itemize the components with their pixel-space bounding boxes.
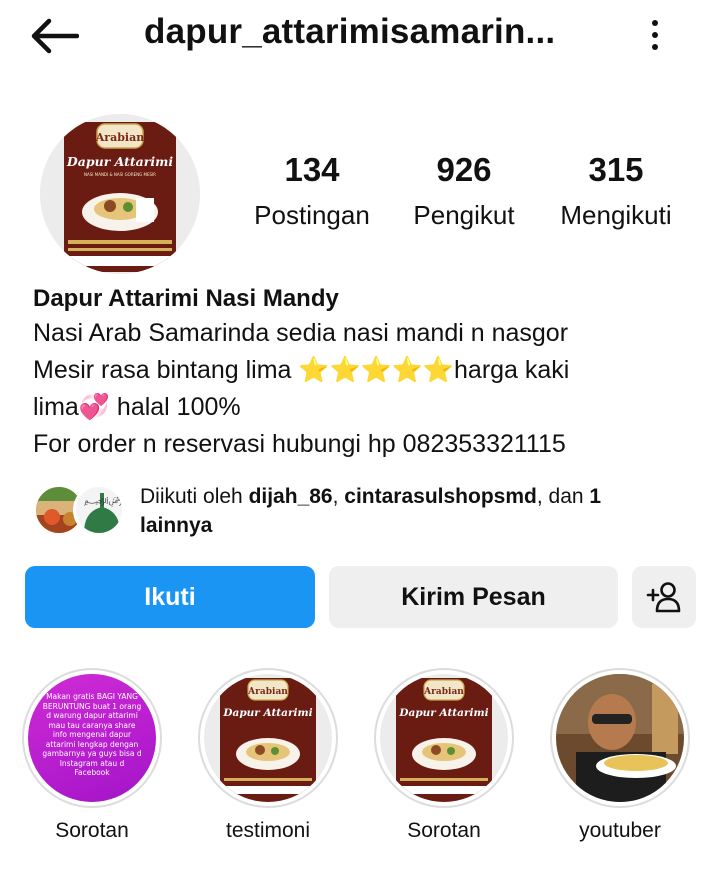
profile-avatar[interactable]: Arabian Dapur Attarimi NASI MANDI & NASI… [40,114,200,274]
highlight-cover [556,674,684,802]
highlight-ring: Arabian Dapur Attarimi [198,668,338,808]
mutual-prefix: Diikuti oleh [140,485,249,508]
bio-line: lima💞 halal 100% [33,393,241,421]
dot-icon [652,20,658,26]
highlight-cover: Makan gratis BAGI YANG BERUNTUNG buat 1 … [28,674,156,802]
mutual-separator: , [332,485,345,508]
highlight-label: Sorotan [407,819,481,842]
arrow-left-icon [31,18,79,54]
top-bar: dapur_attarimisamarin... [0,0,720,70]
more-options-button[interactable] [640,12,670,58]
stat-posts[interactable]: 134 Postingan [248,150,376,231]
logo-badge-text: Arabian [247,687,288,697]
profile-display-name: Dapur Attarimi Nasi Mandy [33,285,339,312]
stat-following[interactable]: 315 Mengikuti [554,150,678,231]
mutual-followers[interactable]: ﷽ Diikuti oleh dijah_86, cintarasulshops… [33,482,703,538]
logo-title-text: Dapur Attarimi [398,707,488,719]
logo-image: Arabian Dapur Attarimi NASI MANDI & NASI… [40,114,200,274]
stat-label: Mengikuti [560,200,672,230]
profile-screen: dapur_attarimisamarin... Arabian Dapur A… [0,0,720,876]
bio-line[interactable]: For order n reservasi hubungi hp 0823533… [33,426,693,463]
highlight-item[interactable]: Arabian Dapur Attarimi Sorotan [374,668,514,843]
stat-label: Postingan [254,200,370,230]
highlight-label: youtuber [579,819,661,842]
youtuber-photo [556,674,684,802]
mutual-followers-text: Diikuti oleh dijah_86, cintarasulshopsmd… [140,482,700,540]
logo-title-text: Dapur Attarimi [222,707,312,719]
mutual-user-link[interactable]: cintarasulshopsmd [344,485,537,508]
logo-image: Arabian Dapur Attarimi [380,674,508,802]
highlight-item[interactable]: youtuber [550,668,690,843]
stat-value: 926 [436,151,492,188]
logo-badge-text: Arabian [95,131,144,144]
mutual-suffix: , dan [536,485,590,508]
highlight-ring [550,668,690,808]
profile-stats: 134 Postingan 926 Pengikut 315 Mengikuti [240,150,700,240]
bio-line: Nasi Arab Samarinda sedia nasi mandi n n… [33,319,569,347]
back-button[interactable] [26,12,82,60]
story-highlights: Makan gratis BAGI YANG BERUNTUNG buat 1 … [0,668,720,848]
stat-value: 134 [284,151,340,188]
highlight-item[interactable]: Makan gratis BAGI YANG BERUNTUNG buat 1 … [22,668,162,843]
stat-value: 315 [588,151,644,188]
svg-text:﷽: ﷽ [84,496,125,507]
mutual-more: lainnya [140,514,213,537]
highlight-label: Sorotan [55,819,129,842]
follow-button[interactable]: Ikuti [25,566,315,628]
mutual-count: 1 [589,485,602,508]
bio-line: Mesir rasa bintang lima ⭐⭐⭐⭐⭐harga kaki [33,356,570,384]
promo-text: Makan gratis BAGI YANG BERUNTUNG buat 1 … [28,674,156,802]
highlight-cover: Arabian Dapur Attarimi [204,674,332,802]
suggest-users-button[interactable] [632,566,696,628]
highlight-item[interactable]: Arabian Dapur Attarimi testimoni [198,668,338,843]
logo-subtitle-text: NASI MANDI & NASI GORENG MESIR [84,172,156,177]
mutual-user-link[interactable]: dijah_86 [249,485,333,508]
highlight-ring: Makan gratis BAGI YANG BERUNTUNG buat 1 … [22,668,162,808]
profile-username: dapur_attarimisamarin... [144,12,556,51]
avatar: ﷽ [73,484,125,536]
logo-title-text: Dapur Attarimi [66,154,173,169]
logo-badge-text: Arabian [423,687,464,697]
profile-bio: Dapur Attarimi Nasi Mandy Nasi Arab Sama… [33,283,693,463]
dot-icon [652,44,658,50]
add-user-icon [646,582,681,613]
stat-followers[interactable]: 926 Pengikut [405,150,523,231]
mutual-avatars: ﷽ [33,482,125,538]
highlight-label: testimoni [225,819,311,842]
logo-image: Arabian Dapur Attarimi [204,674,332,802]
stat-label: Pengikut [413,200,515,230]
message-button[interactable]: Kirim Pesan [329,566,618,628]
highlight-cover: Arabian Dapur Attarimi [380,674,508,802]
dot-icon [652,32,658,38]
highlight-ring: Arabian Dapur Attarimi [374,668,514,808]
